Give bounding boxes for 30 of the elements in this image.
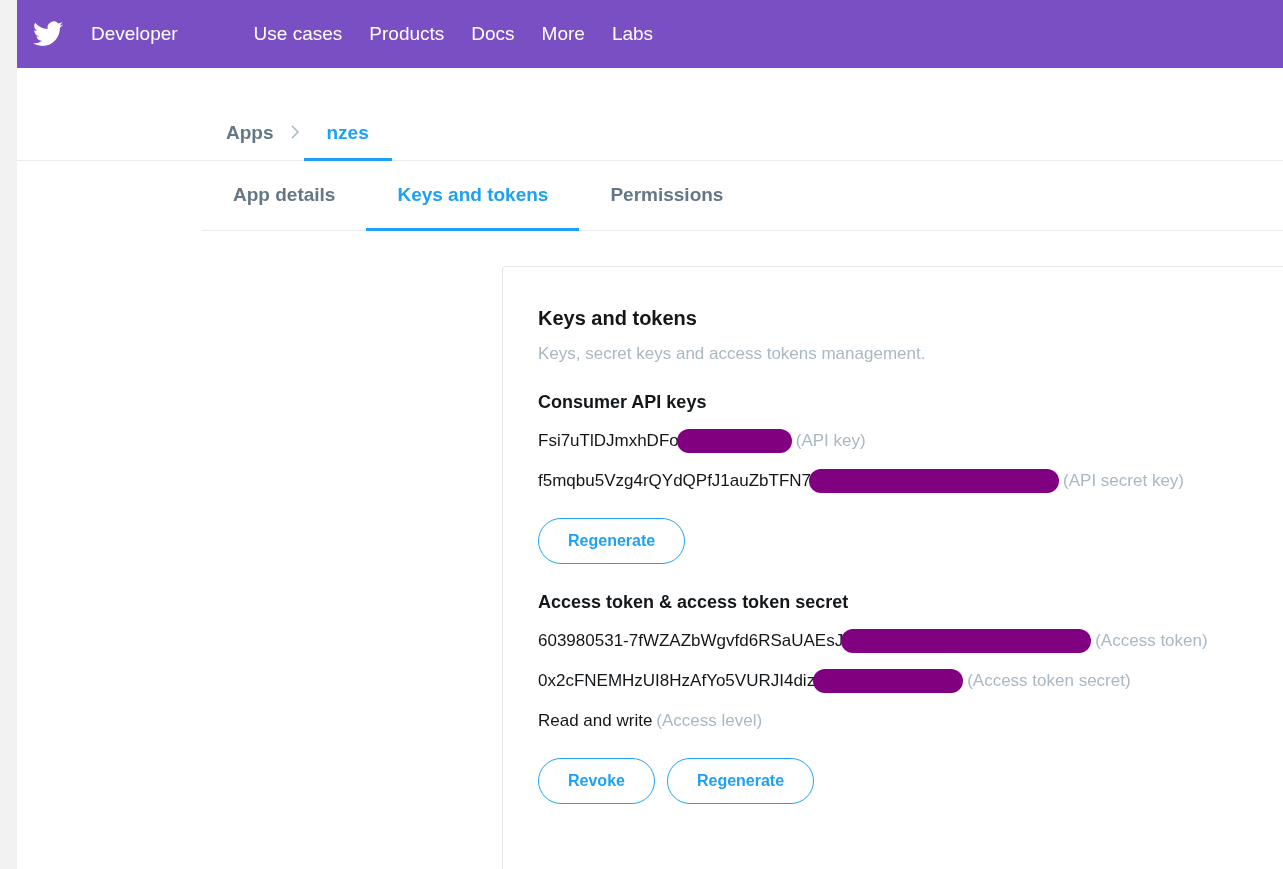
bird-logo-icon[interactable] xyxy=(33,21,63,47)
brand-name[interactable]: Developer xyxy=(91,23,178,45)
key-value: Fsi7uTlDJmxhDFo xyxy=(538,430,679,451)
chevron-icon xyxy=(289,124,300,140)
nav-link[interactable]: Docs xyxy=(471,23,515,45)
key-hint: (API key) xyxy=(795,430,866,451)
tab[interactable]: Keys and tokens xyxy=(366,161,580,231)
section-heading: Access token & access token secret xyxy=(538,592,850,613)
nav-link[interactable]: Labs xyxy=(611,23,654,45)
key-value: Read and write xyxy=(538,710,653,731)
key-value: f5mqbu5Vzg4rQYdQPfJ1auZbTFN7 xyxy=(538,470,812,491)
nav-link[interactable]: More xyxy=(541,23,585,45)
card-subtitle: Keys, secret keys and access tokens management. xyxy=(538,344,927,364)
action-button[interactable]: Regenerate xyxy=(538,518,686,564)
action-button[interactable]: Regenerate xyxy=(666,758,815,804)
section-heading: Consumer API keys xyxy=(538,392,708,413)
nav-link[interactable]: Use cases xyxy=(253,23,343,45)
key-hint: (Access token) xyxy=(1095,630,1208,651)
nav-link[interactable]: Products xyxy=(369,23,445,45)
key-hint: (API secret key) xyxy=(1063,470,1184,491)
tab[interactable]: Permissions xyxy=(579,161,755,231)
key-hint: (Access token secret) xyxy=(967,670,1131,691)
tab[interactable]: App details xyxy=(202,161,367,231)
breadcrumb-link[interactable]: Apps xyxy=(226,122,274,161)
key-value: 0x2cFNEMHzUI8HzAfYo5VURJI4diz xyxy=(538,670,816,691)
action-button[interactable]: Revoke xyxy=(538,758,655,804)
breadcrumb-link[interactable]: nzes xyxy=(303,122,392,161)
key-value: 603980531-7fWZAZbWgvfd6RSaUAEsJ xyxy=(538,630,844,651)
key-hint: (Access level) xyxy=(656,710,763,731)
card-title: Keys and tokens xyxy=(538,307,698,330)
